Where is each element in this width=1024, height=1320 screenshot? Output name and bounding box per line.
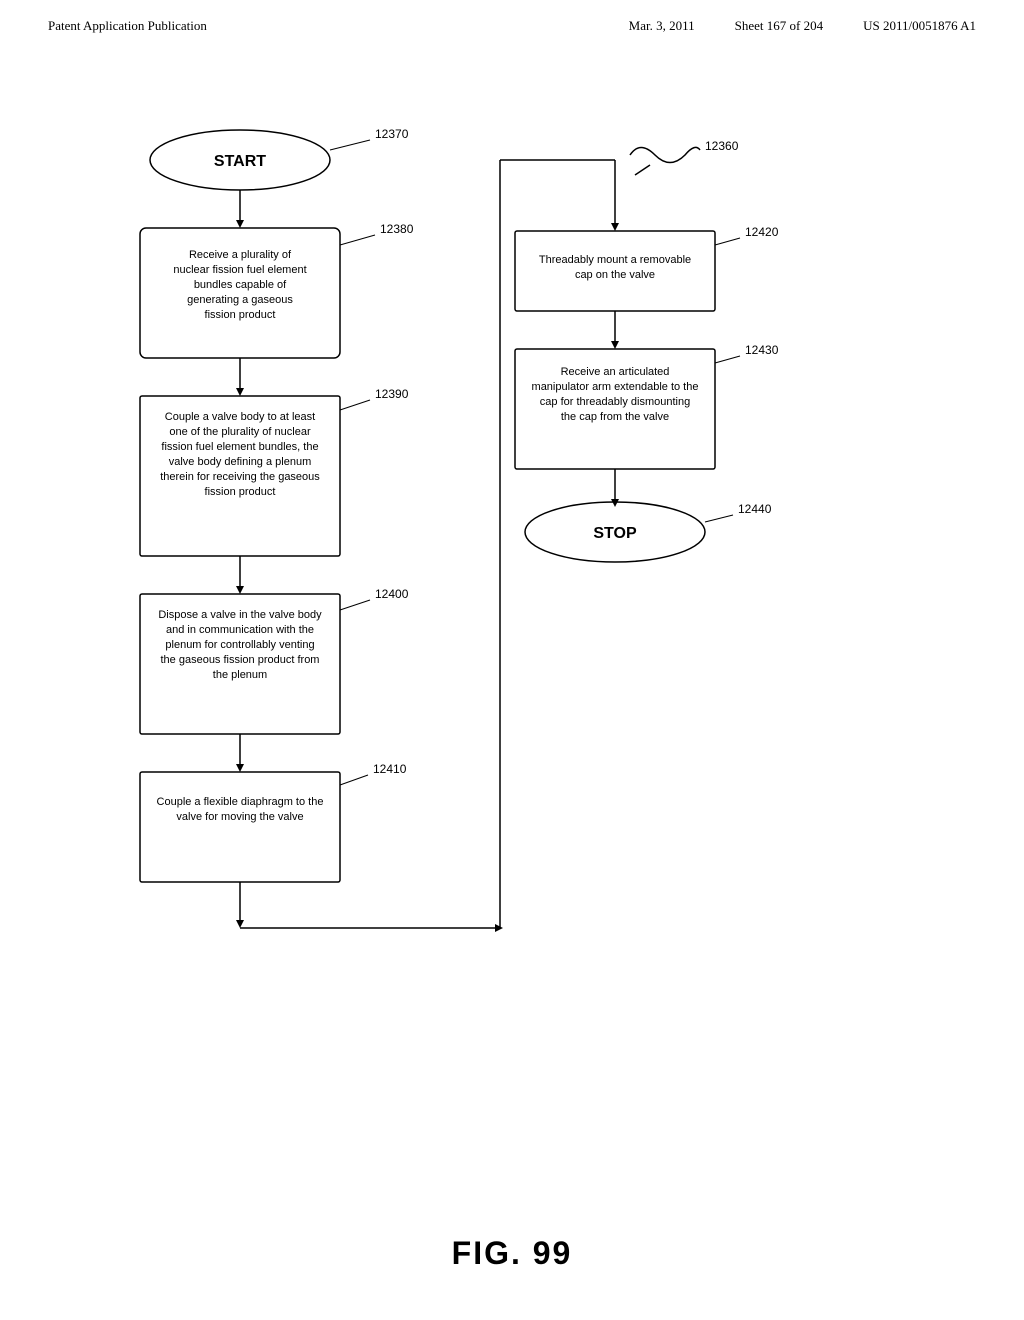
svg-text:12370: 12370: [375, 127, 409, 141]
svg-text:Dispose a valve in the valve b: Dispose a valve in the valve body: [158, 609, 322, 621]
publication-date: Mar. 3, 2011: [629, 18, 695, 34]
svg-text:the plenum: the plenum: [213, 669, 267, 681]
svg-text:generating a gaseous: generating a gaseous: [187, 294, 293, 306]
svg-text:one of the plurality of nuclea: one of the plurality of nuclear: [169, 426, 311, 438]
svg-text:manipulator arm extendable to: manipulator arm extendable to the: [532, 381, 699, 393]
sheet-info: Sheet 167 of 204: [735, 18, 823, 34]
svg-text:cap on the valve: cap on the valve: [575, 269, 655, 281]
svg-text:valve body defining a plenum: valve body defining a plenum: [169, 456, 311, 468]
svg-text:12390: 12390: [375, 387, 409, 401]
svg-text:fission product: fission product: [205, 309, 276, 321]
svg-text:12360: 12360: [705, 139, 739, 153]
flowchart-svg: START 12370 Receive a plurality of nucle…: [40, 60, 960, 1040]
svg-text:12420: 12420: [745, 225, 779, 239]
svg-text:STOP: STOP: [593, 525, 637, 542]
svg-text:fission product: fission product: [205, 486, 276, 498]
svg-text:the cap from the valve: the cap from the valve: [561, 411, 669, 423]
svg-text:fission fuel element bundles,: fission fuel element bundles, the: [161, 441, 318, 453]
svg-text:12430: 12430: [745, 343, 779, 357]
svg-text:12440: 12440: [738, 502, 772, 516]
svg-text:START: START: [214, 153, 266, 170]
svg-text:12380: 12380: [380, 222, 414, 236]
svg-text:Threadably mount a removable: Threadably mount a removable: [539, 254, 691, 266]
publication-label: Patent Application Publication: [48, 18, 207, 34]
svg-text:the gaseous fission product fr: the gaseous fission product from: [161, 654, 320, 666]
svg-text:plenum for controllably ventin: plenum for controllably venting: [165, 639, 314, 651]
flowchart-diagram: START 12370 Receive a plurality of nucle…: [40, 60, 960, 1040]
page-header: Patent Application Publication Mar. 3, 2…: [0, 0, 1024, 34]
svg-text:and in communication with the: and in communication with the: [166, 624, 314, 636]
svg-text:Couple a valve body to at leas: Couple a valve body to at least: [165, 411, 315, 423]
svg-text:Receive a plurality of: Receive a plurality of: [189, 249, 292, 261]
svg-text:Receive an articulated: Receive an articulated: [561, 366, 670, 378]
header-right: Mar. 3, 2011 Sheet 167 of 204 US 2011/00…: [629, 18, 976, 34]
patent-number: US 2011/0051876 A1: [863, 18, 976, 34]
svg-text:cap for threadably dismounting: cap for threadably dismounting: [540, 396, 690, 408]
svg-text:valve for moving the valve: valve for moving the valve: [176, 811, 303, 823]
svg-text:12410: 12410: [373, 762, 407, 776]
svg-text:12400: 12400: [375, 587, 409, 601]
svg-text:Couple a flexible diaphragm to: Couple a flexible diaphragm to the: [157, 796, 324, 808]
svg-text:nuclear fission fuel element: nuclear fission fuel element: [173, 264, 306, 276]
figure-label: FIG. 99: [452, 1235, 573, 1272]
svg-text:therein for receiving the gase: therein for receiving the gaseous: [160, 471, 320, 483]
svg-text:bundles capable of: bundles capable of: [194, 279, 287, 291]
